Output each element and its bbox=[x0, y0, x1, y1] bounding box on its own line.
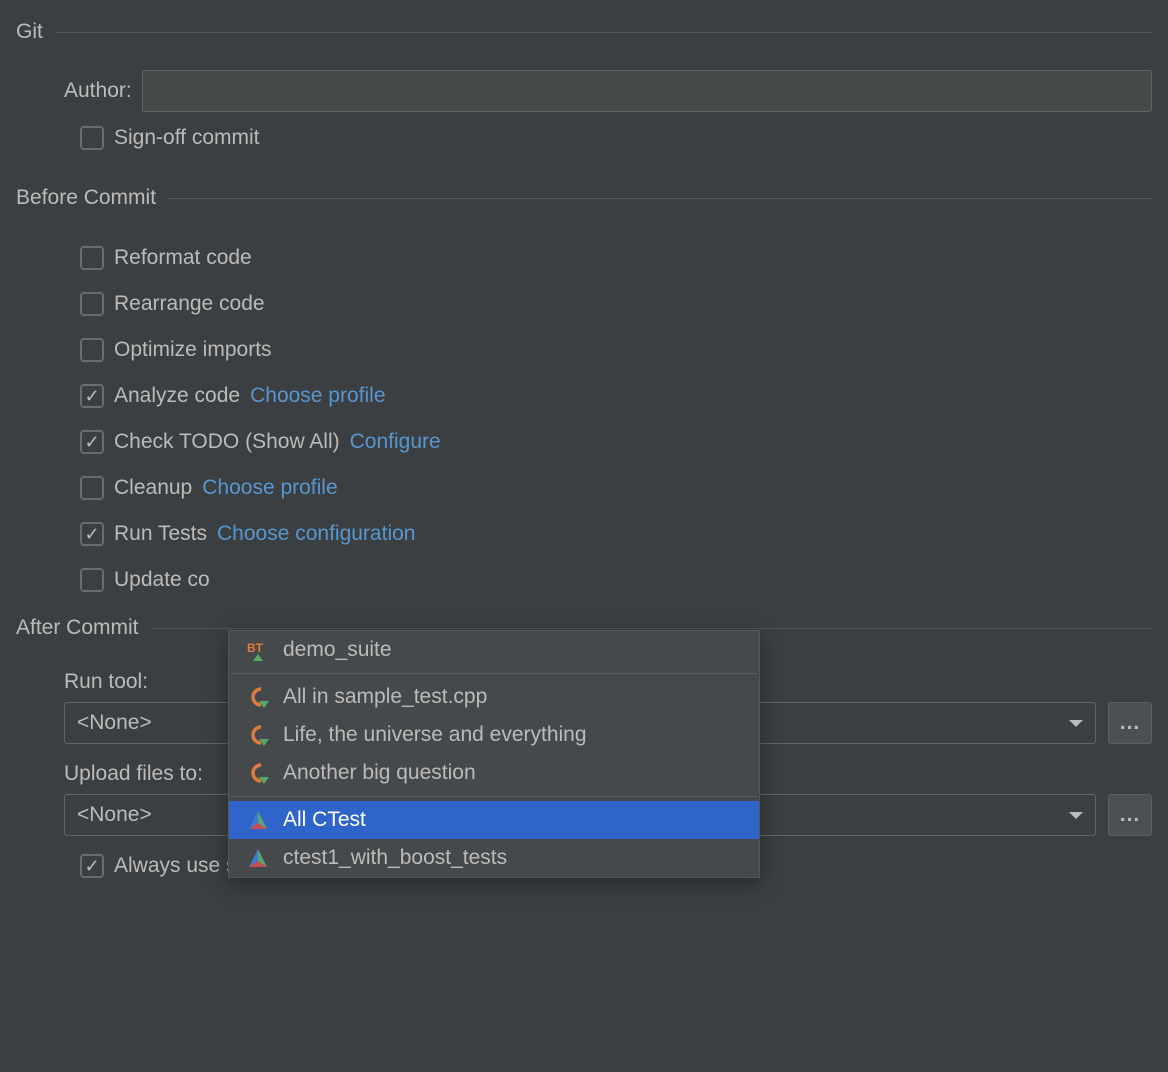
svg-text:BT: BT bbox=[247, 641, 264, 655]
popup-item[interactable]: Another big question bbox=[229, 754, 759, 792]
before-commit-checkbox[interactable] bbox=[80, 384, 104, 408]
popup-item-label: Life, the universe and everything bbox=[283, 723, 587, 747]
catch-icon bbox=[247, 686, 269, 708]
popup-item-label: demo_suite bbox=[283, 638, 392, 662]
run-tool-value: <None> bbox=[77, 711, 152, 735]
before-commit-checkbox[interactable] bbox=[80, 430, 104, 454]
before-commit-checkbox[interactable] bbox=[80, 568, 104, 592]
upload-browse-button[interactable]: ... bbox=[1108, 794, 1152, 836]
before-commit-label: Check TODO (Show All) bbox=[114, 430, 340, 454]
before-commit-item: Run Tests Choose configuration bbox=[16, 522, 1152, 546]
before-commit-section-header: Before Commit bbox=[16, 186, 1152, 210]
catch-icon bbox=[247, 724, 269, 746]
before-commit-item: Optimize imports bbox=[16, 338, 1152, 362]
before-commit-link[interactable]: Choose configuration bbox=[217, 522, 415, 546]
popup-item-label: ctest1_with_boost_tests bbox=[283, 846, 507, 870]
before-commit-label: Update co bbox=[114, 568, 210, 592]
popup-item[interactable]: All in sample_test.cpp bbox=[229, 678, 759, 716]
popup-item-label: Another big question bbox=[283, 761, 476, 785]
before-commit-checkbox[interactable] bbox=[80, 522, 104, 546]
popup-item[interactable]: BT demo_suite bbox=[229, 631, 759, 669]
section-divider bbox=[168, 198, 1152, 199]
before-commit-link[interactable]: Choose profile bbox=[202, 476, 337, 500]
before-commit-checkbox[interactable] bbox=[80, 292, 104, 316]
chevron-down-icon bbox=[1069, 812, 1083, 819]
before-commit-item: Check TODO (Show All) Configure bbox=[16, 430, 1152, 454]
popup-item-label: All in sample_test.cpp bbox=[283, 685, 487, 709]
before-commit-item: Reformat code bbox=[16, 246, 1152, 270]
popup-item-label: All CTest bbox=[283, 808, 366, 832]
run-tool-browse-button[interactable]: ... bbox=[1108, 702, 1152, 744]
upload-value: <None> bbox=[77, 803, 152, 827]
before-commit-label: Analyze code bbox=[114, 384, 240, 408]
before-commit-checkbox[interactable] bbox=[80, 476, 104, 500]
before-commit-link[interactable]: Configure bbox=[350, 430, 441, 454]
signoff-checkbox[interactable] bbox=[80, 126, 104, 150]
cmake-icon bbox=[247, 809, 269, 831]
before-commit-item: Rearrange code bbox=[16, 292, 1152, 316]
before-commit-label: Reformat code bbox=[114, 246, 252, 270]
cmake-icon bbox=[247, 847, 269, 869]
author-input[interactable] bbox=[142, 70, 1152, 112]
popup-item[interactable]: ctest1_with_boost_tests bbox=[229, 839, 759, 877]
after-commit-title: After Commit bbox=[16, 616, 139, 640]
before-commit-checkbox[interactable] bbox=[80, 246, 104, 270]
popup-item[interactable]: Life, the universe and everything bbox=[229, 716, 759, 754]
catch-icon bbox=[247, 762, 269, 784]
git-section-header: Git bbox=[16, 20, 1152, 44]
before-commit-item: Cleanup Choose profile bbox=[16, 476, 1152, 500]
before-commit-label: Cleanup bbox=[114, 476, 192, 500]
always-use-server-checkbox[interactable] bbox=[80, 854, 104, 878]
git-section-title: Git bbox=[16, 20, 43, 44]
before-commit-label: Optimize imports bbox=[114, 338, 272, 362]
section-divider bbox=[151, 628, 1152, 629]
chevron-down-icon bbox=[1069, 720, 1083, 727]
author-label: Author: bbox=[64, 79, 132, 103]
popup-divider bbox=[231, 673, 757, 674]
before-commit-label: Run Tests bbox=[114, 522, 207, 546]
popup-divider bbox=[231, 796, 757, 797]
before-commit-item: Update co bbox=[16, 568, 1152, 592]
before-commit-title: Before Commit bbox=[16, 186, 156, 210]
before-commit-item: Analyze code Choose profile bbox=[16, 384, 1152, 408]
run-config-popup: BT demo_suite All in sample_test.cpp Life, … bbox=[228, 630, 760, 878]
section-divider bbox=[55, 32, 1152, 33]
before-commit-checkbox[interactable] bbox=[80, 338, 104, 362]
before-commit-label: Rearrange code bbox=[114, 292, 265, 316]
before-commit-link[interactable]: Choose profile bbox=[250, 384, 385, 408]
popup-item[interactable]: All CTest bbox=[229, 801, 759, 839]
bt-icon: BT bbox=[247, 639, 269, 661]
signoff-label: Sign-off commit bbox=[114, 126, 260, 150]
